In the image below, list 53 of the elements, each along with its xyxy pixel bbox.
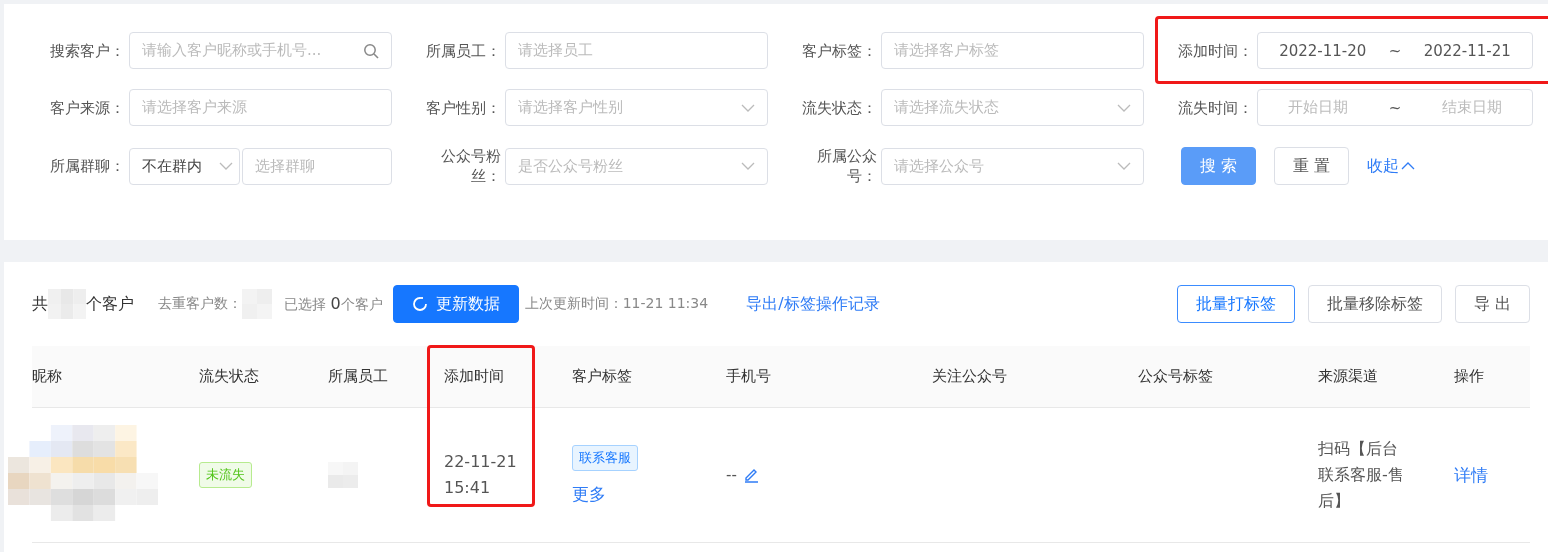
- date-range-field[interactable]: 开始日期 ~ 结束日期: [1257, 89, 1533, 126]
- chevron-down-icon: [741, 103, 755, 112]
- chevron-down-icon: [219, 162, 233, 170]
- chevron-down-icon: [741, 162, 755, 170]
- column-header: 关注公众号: [932, 367, 1007, 386]
- chevron-up-icon: [1401, 162, 1416, 170]
- operation-log-link[interactable]: 导出/标签操作记录: [746, 293, 880, 315]
- filter-label: 添加时间：: [1177, 40, 1253, 61]
- toolbar-button[interactable]: 批量打标签: [1176, 285, 1295, 323]
- filter-label: 所属员工：: [425, 40, 501, 61]
- selected-count: 已选择 0个客户: [284, 294, 383, 314]
- status-tag: 未流失: [199, 462, 252, 488]
- refresh-button[interactable]: 更新数据: [392, 285, 519, 323]
- search-button[interactable]: 搜 索: [1181, 147, 1257, 185]
- dedup-label: 去重客户数：: [158, 295, 242, 313]
- more-link[interactable]: 更多: [572, 482, 606, 506]
- phone-number: --: [726, 466, 737, 484]
- select-field[interactable]: 不在群内: [129, 147, 240, 185]
- filter-label: 客户来源：: [49, 97, 125, 118]
- column-header: 公众号标签: [1138, 367, 1213, 386]
- filter-label: 客户性别：: [425, 97, 501, 118]
- column-header: 手机号: [726, 367, 771, 386]
- add-time: 22-11-21 15:41: [444, 451, 518, 499]
- chevron-down-icon: [1117, 162, 1131, 170]
- column-header: 流失状态: [199, 367, 259, 386]
- details-link[interactable]: 详情: [1454, 463, 1488, 487]
- last-update-time: 上次更新时间：11-21 11:34: [524, 295, 709, 313]
- total-label: 个客户: [86, 293, 134, 315]
- column-header: 客户标签: [572, 367, 632, 386]
- toolbar-button[interactable]: 批量移除标签: [1307, 285, 1442, 323]
- column-header: 操作: [1454, 367, 1484, 386]
- column-header: 昵称: [32, 367, 62, 386]
- source-channel: 扫码【后台联系客服-售后】: [1318, 438, 1405, 512]
- reset-button[interactable]: 重 置: [1274, 147, 1350, 185]
- filter-label: 所属公众号：: [816, 146, 877, 186]
- filter-label: 流失时间：: [1177, 97, 1253, 118]
- search-icon: [363, 42, 379, 59]
- total-label: 共: [32, 293, 48, 315]
- refresh-icon: [411, 296, 428, 312]
- column-header: 所属员工: [328, 367, 388, 386]
- filter-label: 搜索客户：: [49, 40, 125, 61]
- filter-label: 客户标签：: [801, 40, 877, 61]
- filter-label: 公众号粉丝：: [440, 146, 501, 186]
- chevron-down-icon: [1117, 103, 1131, 112]
- filter-label: 流失状态：: [801, 97, 877, 118]
- filter-label: 所属群聊：: [49, 156, 125, 176]
- column-header: 添加时间: [444, 367, 504, 386]
- toolbar-button[interactable]: 导 出: [1454, 285, 1530, 323]
- customer-tag: 联系客服: [572, 444, 638, 471]
- date-range-field[interactable]: 2022-11-20 ~ 2022-11-21: [1257, 32, 1533, 69]
- collapse-link[interactable]: 收起: [1367, 155, 1416, 177]
- column-header: 来源渠道: [1318, 367, 1378, 386]
- edit-icon[interactable]: [742, 467, 759, 483]
